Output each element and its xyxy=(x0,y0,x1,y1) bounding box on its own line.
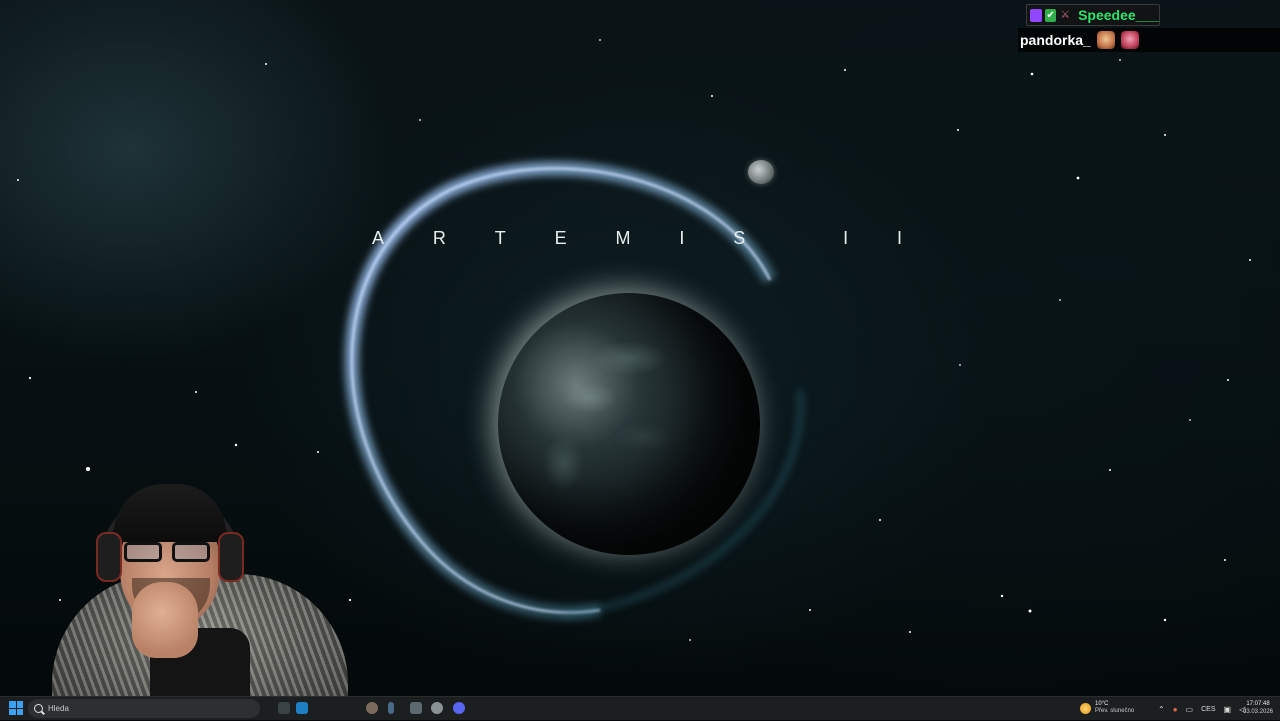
chat-message: ✔ ⚔ Speedee___ xyxy=(1026,4,1160,26)
webcam-overlay xyxy=(40,478,370,720)
title-letter: M xyxy=(615,228,631,248)
title-letter: T xyxy=(494,228,506,248)
app-icon[interactable] xyxy=(278,702,290,714)
beanie xyxy=(114,484,226,542)
windows-start-icon[interactable] xyxy=(9,701,23,715)
search-placeholder: Hleda xyxy=(48,704,69,713)
headset-earcup xyxy=(96,532,122,582)
twitch-badge-icon xyxy=(1030,8,1042,22)
app-icon[interactable] xyxy=(388,702,394,714)
sword-badge-icon: ⚔ xyxy=(1060,8,1071,21)
clock-time: 17:07:48 xyxy=(1246,701,1270,707)
weather-description: Přev. slunečno xyxy=(1095,708,1135,714)
discord-icon[interactable] xyxy=(453,702,465,714)
monitor-icon[interactable]: ▭ xyxy=(1186,705,1194,714)
app-icon[interactable] xyxy=(366,702,378,714)
app-icon[interactable] xyxy=(296,702,308,714)
planet xyxy=(498,293,760,555)
clock-date: 03.03.2026 xyxy=(1242,709,1274,715)
chat-username: pandorka_ xyxy=(1020,32,1091,48)
microphone-icon[interactable]: ● xyxy=(1173,705,1178,714)
headset-earcup xyxy=(218,532,244,582)
title-letter: I xyxy=(843,228,849,248)
title-letter: I xyxy=(679,228,685,248)
wallpaper-title: A R T E M I S I I xyxy=(372,228,902,249)
glasses-lens xyxy=(124,542,162,562)
check-badge-icon: ✔ xyxy=(1044,8,1057,22)
emote-icon xyxy=(1096,31,1115,49)
system-tray: ⌃ ● ▭ CES ▣ ◁ xyxy=(1158,697,1245,721)
network-icon[interactable]: ▣ xyxy=(1224,705,1232,714)
search-icon xyxy=(34,704,43,713)
chevron-up-icon[interactable]: ⌃ xyxy=(1158,705,1165,714)
weather-widget[interactable]: 10°C Přev. slunečno xyxy=(1080,701,1134,715)
glasses-lens xyxy=(172,542,210,562)
hand xyxy=(132,582,198,658)
glasses xyxy=(124,542,216,564)
taskbar: Hleda 10°C Přev. slunečno ⌃ ● ▭ CES ▣ ◁ … xyxy=(0,696,1280,720)
chat-message: pandorka_ xyxy=(1018,28,1280,52)
moon xyxy=(748,160,774,184)
title-letter: S xyxy=(733,228,746,248)
weather-sun-icon xyxy=(1080,702,1091,714)
search-input[interactable]: Hleda xyxy=(28,699,260,718)
title-letter: A xyxy=(372,228,385,248)
title-letter: R xyxy=(432,228,446,248)
app-icon[interactable] xyxy=(410,702,422,714)
planet-surface xyxy=(498,293,760,555)
taskbar-clock[interactable]: 17:07:48 03.03.2026 xyxy=(1238,700,1278,716)
app-icon[interactable] xyxy=(431,702,443,714)
title-letter: E xyxy=(554,228,567,248)
chat-username: Speedee___ xyxy=(1078,7,1160,23)
language-indicator[interactable]: CES xyxy=(1201,706,1215,713)
weather-temperature: 10°C xyxy=(1095,701,1109,707)
emote-icon xyxy=(1120,31,1139,49)
title-letter: I xyxy=(896,228,902,248)
